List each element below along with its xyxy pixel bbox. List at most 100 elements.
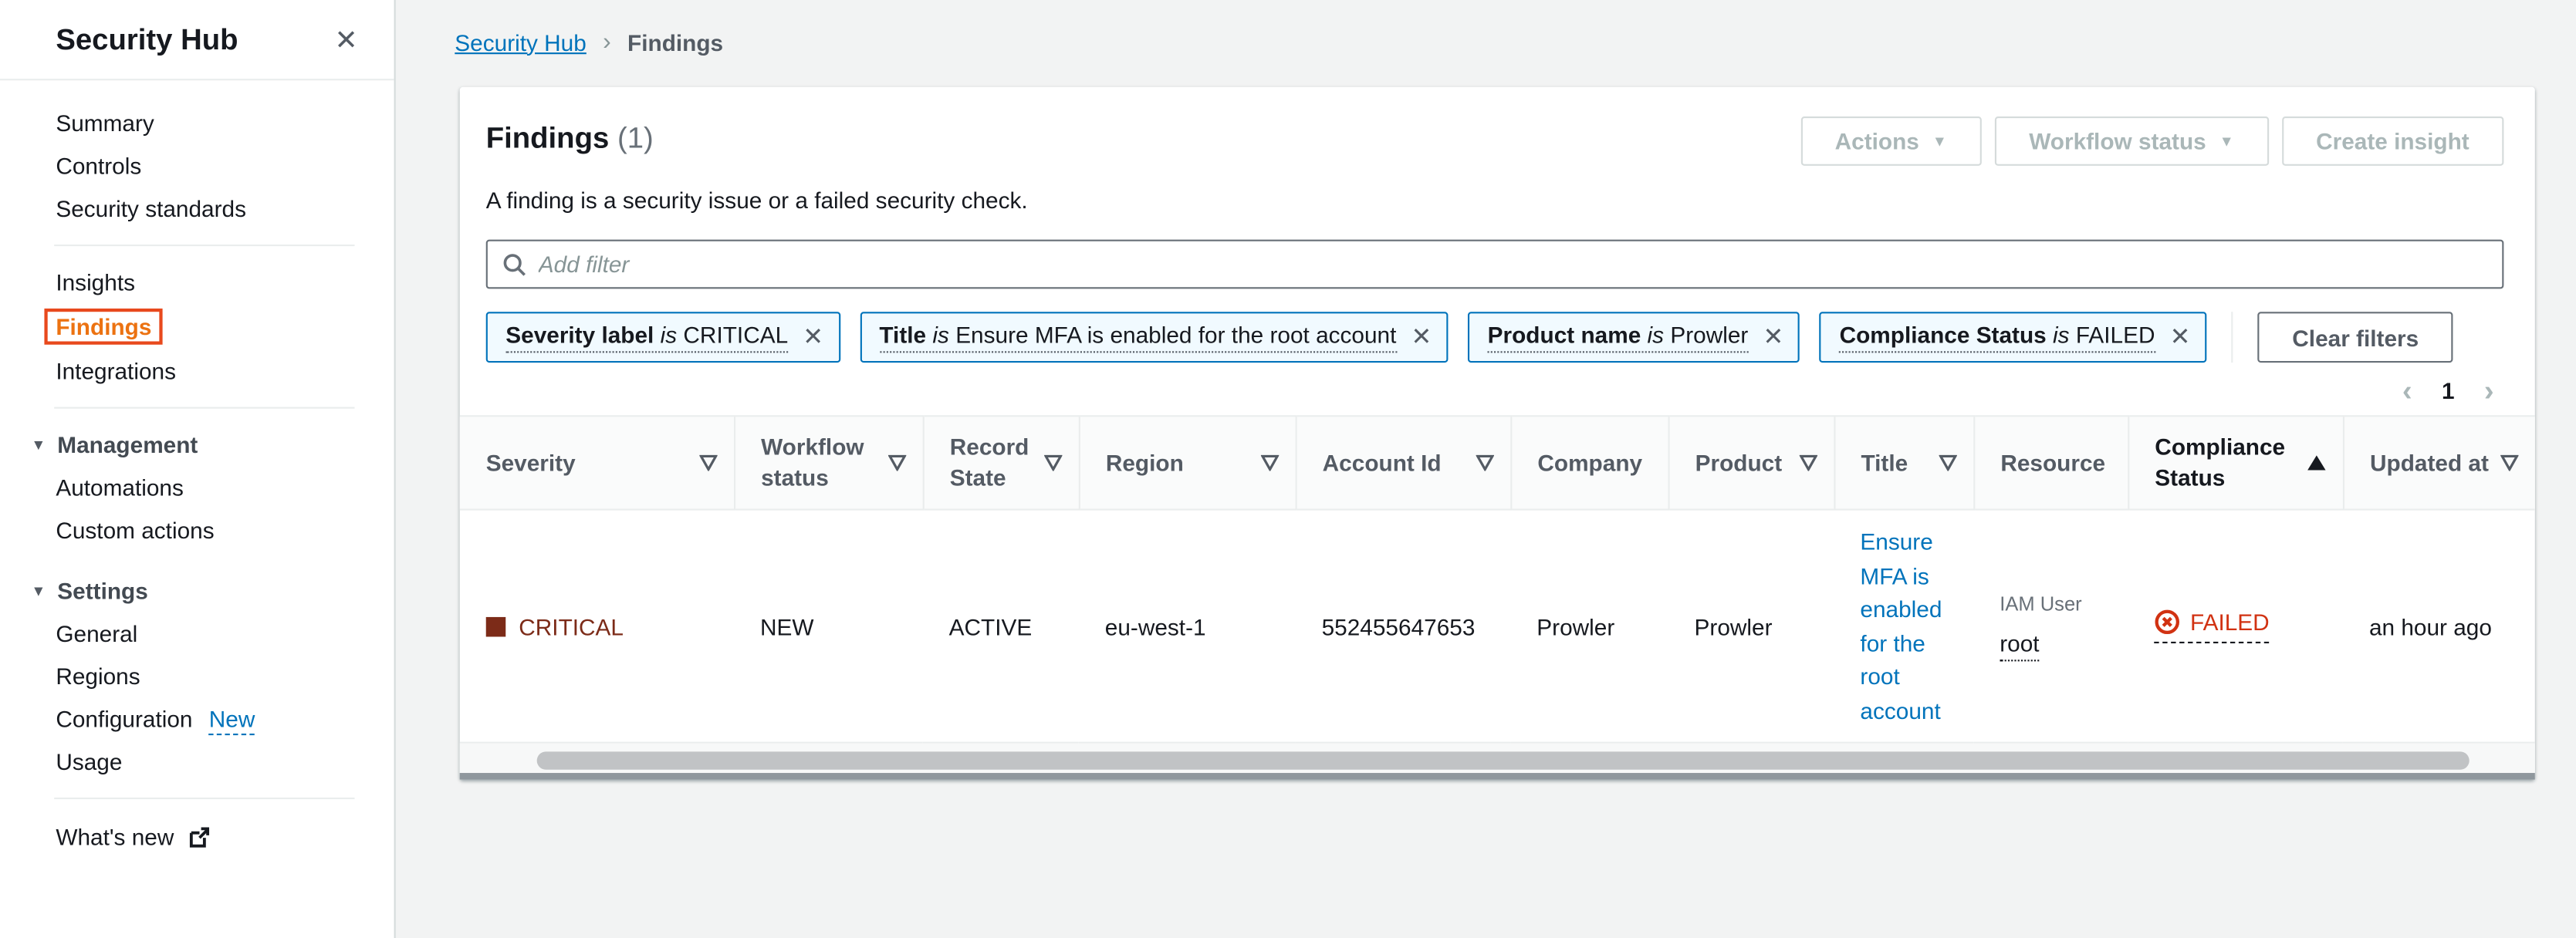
actions-button[interactable]: Actions ▼	[1800, 116, 1982, 166]
chevron-down-icon: ▼	[31, 437, 46, 453]
create-insight-button-label: Create insight	[2316, 128, 2470, 154]
filter-token-bar: Severity label is CRITICAL ✕ Title is En…	[486, 312, 2504, 363]
page-number[interactable]: 1	[2442, 377, 2455, 403]
column-label: Workflow status	[761, 432, 881, 494]
workflow-status-button-label: Workflow status	[2029, 128, 2206, 154]
sidebar-item-whats-new[interactable]: What's new	[0, 814, 394, 860]
external-link-icon	[188, 826, 210, 848]
scrollbar-thumb[interactable]	[537, 751, 2470, 769]
finding-title-link[interactable]: Ensure MFA is enabled for the root accou…	[1860, 525, 1957, 727]
filter-icon[interactable]	[1043, 454, 1061, 471]
filter-token-severity: Severity label is CRITICAL ✕	[486, 312, 840, 363]
column-header-resource[interactable]: Resource	[1973, 416, 2128, 509]
findings-card: Findings (1) Actions ▼ Workflow status ▼…	[460, 87, 2535, 780]
filter-icon[interactable]	[887, 454, 905, 471]
table-header-row: Severity Workflow status Record State Re…	[460, 416, 2535, 509]
findings-highlight-box[interactable]: Findings	[44, 309, 163, 345]
filter-icon[interactable]	[1799, 454, 1817, 471]
column-header-workflow-status[interactable]: Workflow status	[734, 416, 923, 509]
close-icon[interactable]: ✕	[334, 26, 357, 54]
sidebar-item-usage[interactable]: Usage	[0, 740, 394, 782]
column-header-product[interactable]: Product	[1668, 416, 1834, 509]
chevron-down-icon: ▼	[31, 582, 46, 599]
sidebar-item-controls[interactable]: Controls	[0, 144, 394, 187]
filter-icon[interactable]	[2500, 454, 2518, 471]
add-filter-input[interactable]	[539, 251, 2487, 278]
sidebar-item-insights[interactable]: Insights	[0, 261, 394, 303]
column-label: Compliance Status	[2155, 432, 2299, 494]
findings-table: Severity Workflow status Record State Re…	[460, 415, 2535, 743]
cell-updated-at: an hour ago	[2343, 510, 2535, 743]
breadcrumb-link-security-hub[interactable]: Security Hub	[455, 29, 587, 55]
sidebar-section-management[interactable]: ▼ Management	[0, 423, 394, 466]
filter-icon[interactable]	[698, 454, 716, 471]
resource-id: root	[2000, 629, 2039, 660]
sidebar-nav: Summary Controls Security standards Insi…	[0, 80, 394, 860]
sidebar-item-summary[interactable]: Summary	[0, 102, 394, 144]
filter-key: Product name	[1488, 322, 1641, 348]
table-row: CRITICAL NEW ACTIVE eu-west-1 5524556476…	[460, 510, 2535, 743]
breadcrumb: Security Hub › Findings	[455, 28, 723, 56]
filter-token-label: Severity label is CRITICAL	[505, 322, 788, 353]
filter-token-compliance-status: Compliance Status is FAILED ✕	[1820, 312, 2207, 363]
cell-severity: CRITICAL	[460, 510, 734, 743]
column-header-record-state[interactable]: Record State	[923, 416, 1079, 509]
caret-down-icon: ▼	[2219, 133, 2234, 149]
filter-token-label: Product name is Prowler	[1488, 322, 1749, 353]
sidebar-item-configuration-label: Configuration	[56, 706, 192, 732]
column-header-account-id[interactable]: Account Id	[1296, 416, 1511, 509]
column-header-title[interactable]: Title	[1834, 416, 1973, 509]
filter-op: is	[1648, 322, 1665, 348]
cell-product: Prowler	[1668, 510, 1834, 743]
filter-icon[interactable]	[1938, 454, 1956, 471]
column-label: Resource	[2000, 447, 2105, 478]
clear-filters-button[interactable]: Clear filters	[2258, 312, 2453, 363]
horizontal-scrollbar[interactable]	[460, 744, 2535, 780]
sidebar-item-general[interactable]: General	[0, 612, 394, 655]
sidebar-item-custom-actions[interactable]: Custom actions	[0, 509, 394, 552]
cell-company: Prowler	[1510, 510, 1668, 743]
remove-filter-icon[interactable]: ✕	[1763, 325, 1784, 349]
column-header-compliance-status[interactable]: Compliance Status	[2128, 416, 2343, 509]
column-header-region[interactable]: Region	[1079, 416, 1296, 509]
column-label: Title	[1861, 447, 1908, 478]
filter-value: Prowler	[1670, 322, 1748, 348]
filter-op: is	[661, 322, 678, 348]
column-header-severity[interactable]: Severity	[460, 416, 734, 509]
remove-filter-icon[interactable]: ✕	[2170, 325, 2191, 349]
filter-value: Ensure MFA is enabled for the root accou…	[955, 322, 1396, 348]
findings-count: (1)	[617, 121, 654, 154]
sidebar-item-integrations[interactable]: Integrations	[0, 349, 394, 392]
previous-page-icon[interactable]: ‹	[2402, 376, 2412, 405]
filter-icon[interactable]	[1260, 454, 1278, 471]
remove-filter-icon[interactable]: ✕	[803, 325, 823, 349]
filter-key: Title	[879, 322, 926, 348]
remove-filter-icon[interactable]: ✕	[1411, 325, 1432, 349]
sidebar-item-regions[interactable]: Regions	[0, 655, 394, 697]
filter-value: FAILED	[2076, 322, 2155, 348]
severity-critical-icon	[486, 616, 506, 636]
column-label: Account Id	[1323, 447, 1442, 478]
workflow-status-button[interactable]: Workflow status ▼	[1995, 116, 2269, 166]
next-page-icon[interactable]: ›	[2484, 376, 2494, 405]
create-insight-button[interactable]: Create insight	[2281, 116, 2503, 166]
sort-ascending-icon[interactable]	[2306, 454, 2326, 471]
column-header-company[interactable]: Company	[1510, 416, 1668, 509]
sidebar-item-security-standards[interactable]: Security standards	[0, 187, 394, 230]
filter-token-title: Title is Ensure MFA is enabled for the r…	[860, 312, 1449, 363]
sidebar-section-management-label: Management	[57, 432, 198, 458]
column-header-updated-at[interactable]: Updated at	[2343, 416, 2535, 509]
cell-title: Ensure MFA is enabled for the root accou…	[1834, 510, 1973, 743]
breadcrumb-current: Findings	[627, 29, 723, 55]
sidebar-item-configuration[interactable]: Configuration New	[0, 697, 394, 740]
cell-region: eu-west-1	[1079, 510, 1296, 743]
filter-icon[interactable]	[1476, 454, 1493, 471]
severity-label: CRITICAL	[519, 613, 624, 639]
filter-token-label: Compliance Status is FAILED	[1840, 322, 2155, 353]
page-title: Findings (1)	[486, 116, 654, 156]
column-label: Record State	[950, 432, 1037, 494]
sidebar-section-settings[interactable]: ▼ Settings	[0, 569, 394, 612]
new-badge[interactable]: New	[209, 706, 255, 735]
sidebar-item-findings[interactable]: Findings	[0, 304, 394, 350]
sidebar-item-automations[interactable]: Automations	[0, 466, 394, 508]
